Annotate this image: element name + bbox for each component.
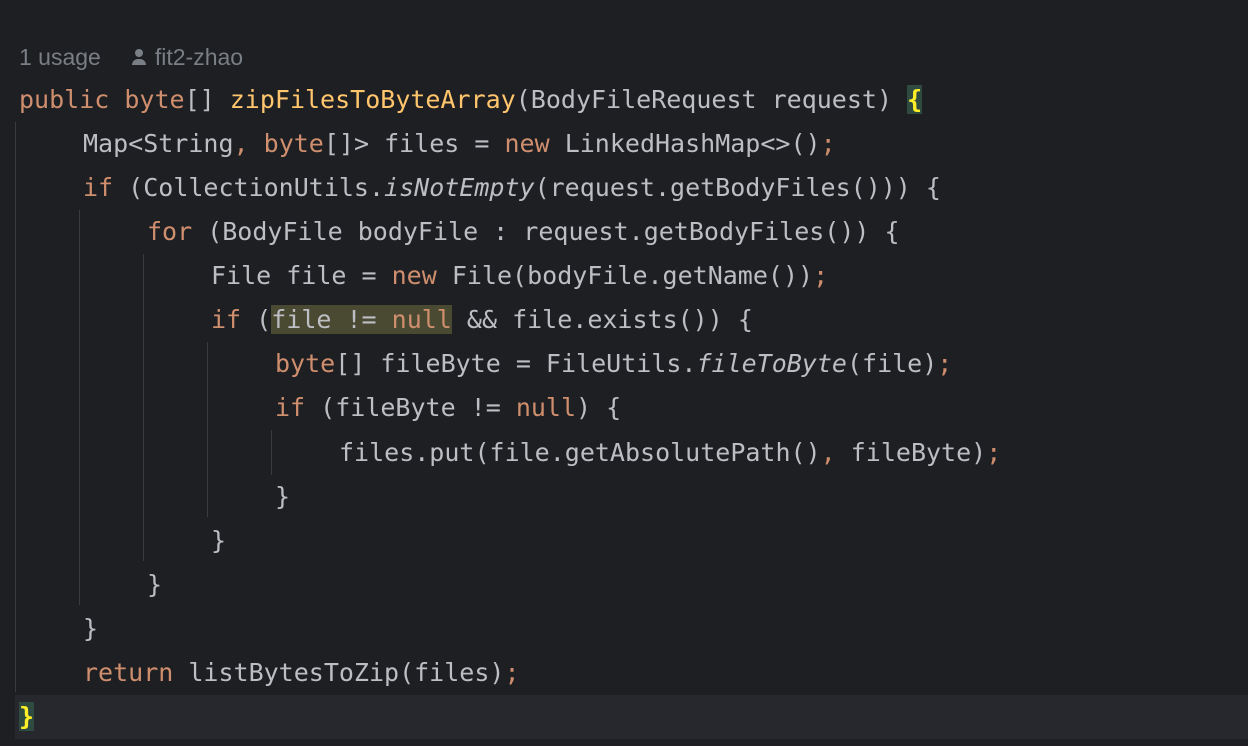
keyword: byte [263, 129, 324, 158]
indent-guide [79, 210, 80, 605]
author-name: fit2-zhao [154, 43, 244, 70]
code-text: LinkedHashMap<>() [549, 129, 821, 158]
keyword: if [211, 305, 242, 334]
closing-brace: } [275, 482, 291, 511]
indent-guide [207, 342, 208, 517]
code-text: ( [241, 305, 272, 334]
code-line-13[interactable]: } [83, 609, 98, 649]
keyword: public [19, 85, 110, 114]
static-method-call: fileToByte [696, 349, 847, 378]
code-text: (BodyFile bodyFile : request.getBodyFile… [192, 217, 900, 246]
closing-brace: } [83, 614, 99, 643]
code-text: File file = [211, 261, 392, 290]
keyword: if [83, 173, 114, 202]
code-text: && file.exists()) { [451, 305, 753, 334]
closing-brace: } [147, 570, 163, 599]
keyword: new [504, 129, 550, 158]
code-line-12[interactable]: } [147, 565, 162, 605]
code-line-11[interactable]: } [211, 521, 226, 561]
code-text: fileByte) [835, 438, 987, 467]
code-text: ) { [576, 393, 622, 422]
current-line-highlight [15, 695, 1248, 739]
semicolon: ; [504, 658, 520, 687]
code-line-14[interactable]: return listBytesToZip(files); [83, 653, 520, 693]
closing-brace: } [211, 526, 227, 555]
person-icon [131, 47, 147, 67]
punctuation: , [233, 129, 249, 158]
keyword: null [515, 393, 577, 422]
code-line-1[interactable]: public byte[] zipFilesToByteArray(BodyFi… [19, 80, 923, 120]
code-text: (file) [846, 349, 938, 378]
punctuation: , [820, 438, 836, 467]
code-text: (BodyFileRequest request) [515, 85, 908, 114]
keyword: for [147, 217, 193, 246]
semicolon: ; [820, 129, 836, 158]
code-text: listBytesToZip(files) [173, 658, 505, 687]
semicolon: ; [937, 349, 953, 378]
code-line-2[interactable]: Map<String, byte[]> files = new LinkedHa… [83, 124, 836, 164]
code-text: file != [271, 305, 392, 334]
keyword: byte [275, 349, 336, 378]
indent-guide [15, 122, 16, 692]
code-vision-hints: 1 usage fit2-zhao [19, 42, 243, 72]
usages-hint[interactable]: 1 usage [19, 44, 101, 71]
code-line-3[interactable]: if (CollectionUtils.isNotEmpty(request.g… [83, 168, 941, 208]
code-text: File(bodyFile.getName()) [436, 261, 814, 290]
code-line-6[interactable]: if (file != null && file.exists()) { [211, 300, 753, 340]
keyword: new [391, 261, 437, 290]
indent-guide [143, 254, 144, 561]
code-line-4[interactable]: for (BodyFile bodyFile : request.getBody… [147, 212, 900, 252]
static-method-call: isNotEmpty [384, 173, 535, 202]
code-text: [] [184, 85, 230, 114]
semicolon: ; [813, 261, 829, 290]
code-text: (CollectionUtils. [113, 173, 385, 202]
code-line-15[interactable]: } [19, 697, 35, 737]
indent-guide [271, 430, 272, 475]
keyword: if [275, 393, 306, 422]
code-line-9[interactable]: files.put(file.getAbsolutePath(), fileBy… [339, 433, 1001, 473]
matched-brace: { [907, 85, 923, 114]
code-line-7[interactable]: byte[] fileByte = FileUtils.fileToByte(f… [275, 344, 952, 384]
author-hint[interactable]: fit2-zhao [131, 44, 243, 71]
code-line-10[interactable]: } [275, 477, 290, 517]
keyword: return [83, 658, 174, 687]
semicolon: ; [986, 438, 1002, 467]
code-text: [] fileByte = FileUtils. [335, 349, 697, 378]
code-line-5[interactable]: File file = new File(bodyFile.getName())… [211, 256, 828, 296]
highlighted-usage: file != null [271, 305, 452, 334]
matched-brace: } [19, 702, 35, 731]
code-editor[interactable]: 1 usage fit2-zhao public byte[] zipFiles… [0, 0, 1248, 746]
keyword: byte [124, 85, 185, 114]
method-declaration: zipFilesToByteArray [229, 85, 516, 114]
keyword: null [391, 305, 452, 334]
code-text: (request.getBodyFiles())) { [534, 173, 941, 202]
code-line-8[interactable]: if (fileByte != null) { [275, 388, 621, 428]
code-text: files.put(file.getAbsolutePath() [339, 438, 821, 467]
code-text: Map<String [83, 129, 234, 158]
code-text: (fileByte != [305, 393, 516, 422]
code-text: []> files = [323, 129, 505, 158]
